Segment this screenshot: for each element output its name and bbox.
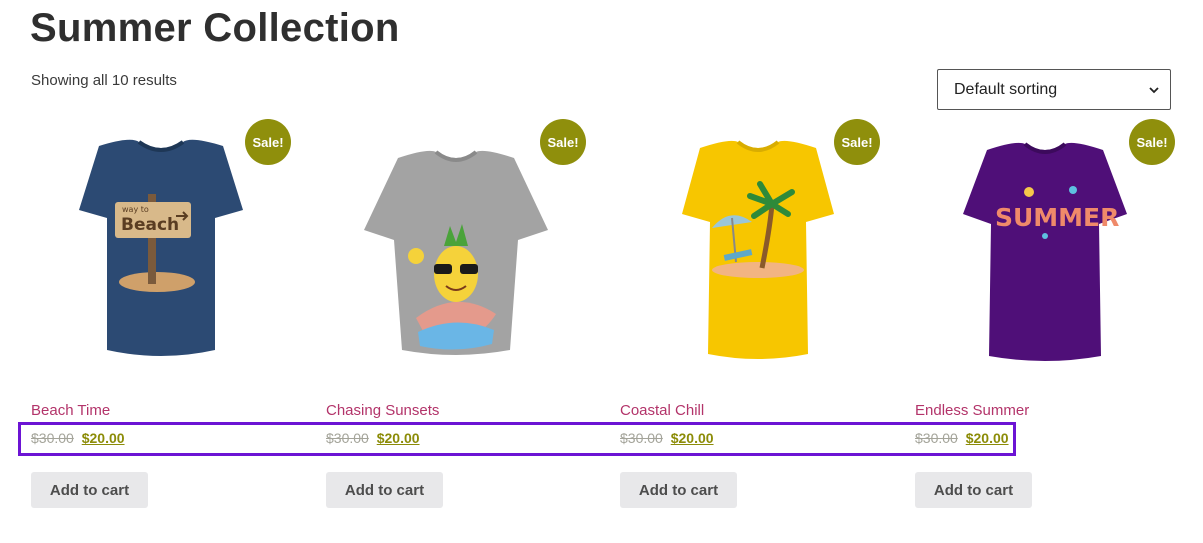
product-card: Sale! Coastal Chill $30.00 $20.00 Add to… [620, 118, 880, 518]
price: $30.00 $20.00 [31, 430, 125, 446]
page-title: Summer Collection [30, 6, 400, 50]
regular-price: $30.00 [620, 430, 663, 446]
product-title[interactable]: Endless Summer [915, 402, 1029, 419]
sort-select-value: Default sorting [954, 80, 1058, 98]
product-card: SUMMER Sale! Endless Summer $30.00 $20.0… [915, 118, 1175, 518]
sale-price: $20.00 [81, 430, 125, 446]
add-to-cart-button[interactable]: Add to cart [620, 472, 737, 508]
add-to-cart-button[interactable]: Add to cart [31, 472, 148, 508]
print-text: SUMMER [995, 203, 1119, 232]
price: $30.00 $20.00 [326, 430, 420, 446]
regular-price: $30.00 [31, 430, 74, 446]
sale-price: $20.00 [376, 430, 420, 446]
print-small-text: way to [122, 205, 149, 214]
sale-price: $20.00 [670, 430, 714, 446]
print-text: Beach [121, 215, 179, 235]
price: $30.00 $20.00 [620, 430, 714, 446]
product-title[interactable]: Beach Time [31, 402, 110, 419]
sale-badge: Sale! [834, 119, 880, 165]
add-to-cart-button[interactable]: Add to cart [326, 472, 443, 508]
sale-price: $20.00 [965, 430, 1009, 446]
add-to-cart-button[interactable]: Add to cart [915, 472, 1032, 508]
price: $30.00 $20.00 [915, 430, 1009, 446]
product-title[interactable]: Chasing Sunsets [326, 402, 439, 419]
sale-badge: Sale! [245, 119, 291, 165]
product-card: way to Beach Sale! Beach Time $30.00 $20… [31, 118, 291, 518]
regular-price: $30.00 [326, 430, 369, 446]
product-card: Sale! Chasing Sunsets $30.00 $20.00 Add … [326, 118, 586, 518]
chevron-down-icon [1149, 86, 1159, 93]
product-title[interactable]: Coastal Chill [620, 402, 704, 419]
result-count: Showing all 10 results [31, 72, 177, 89]
regular-price: $30.00 [915, 430, 958, 446]
sale-badge: Sale! [540, 119, 586, 165]
sort-select[interactable]: Default sorting [937, 69, 1171, 110]
sale-badge: Sale! [1129, 119, 1175, 165]
